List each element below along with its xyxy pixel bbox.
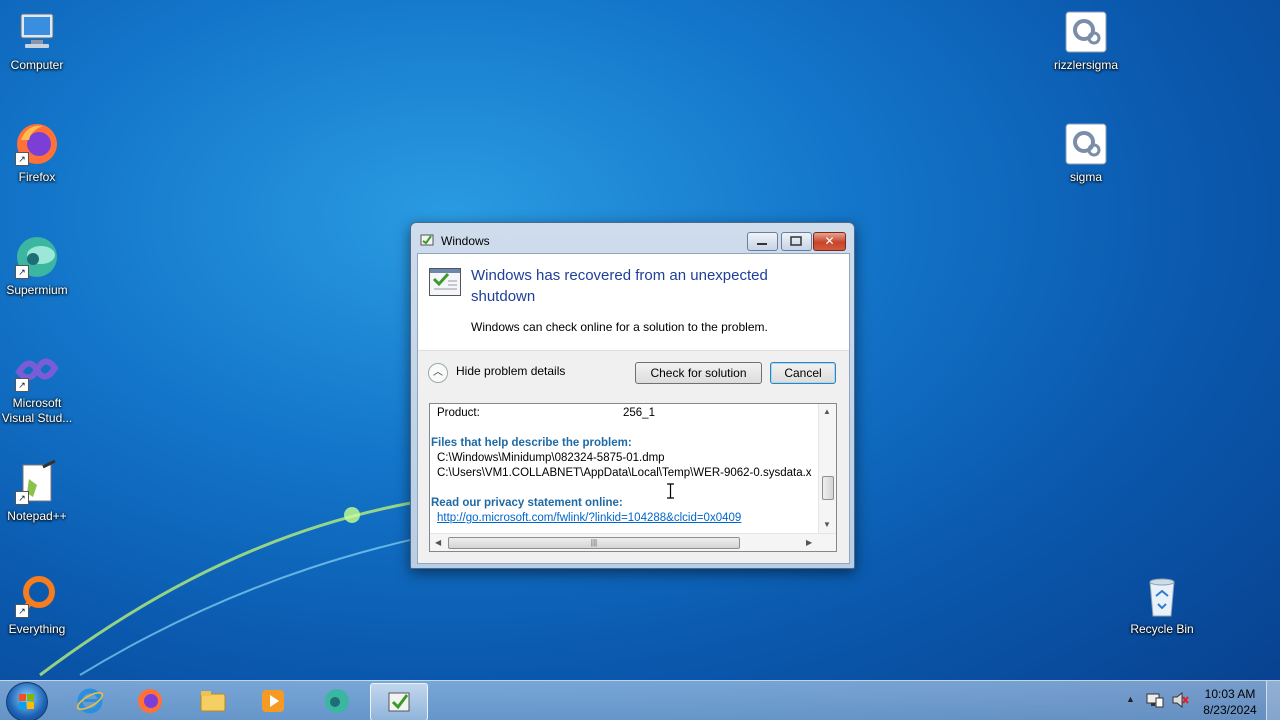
scroll-down-icon[interactable]: ▼ — [823, 520, 831, 529]
taskbar-supermium[interactable] — [309, 683, 365, 719]
shortcut-arrow-icon: ↗ — [15, 378, 29, 392]
firefox-icon — [138, 689, 162, 713]
dialog-subtext: Windows can check online for a solution … — [471, 320, 768, 334]
desktop-icon-label: sigma — [1069, 170, 1102, 184]
desktop-icon-label: Computer — [10, 58, 64, 72]
text-cursor-icon — [667, 483, 674, 499]
close-button[interactable]: ✕ — [813, 232, 846, 251]
visual-studio-icon: ↗ — [13, 346, 61, 394]
privacy-link[interactable]: http://go.microsoft.com/fwlink/?linkid=1… — [437, 512, 741, 524]
windows-logo-icon — [19, 694, 34, 709]
cancel-button[interactable]: Cancel — [770, 362, 836, 384]
taskbar-action-center[interactable] — [370, 683, 428, 720]
shortcut-arrow-icon: ↗ — [15, 265, 29, 279]
check-for-solution-button[interactable]: Check for solution — [635, 362, 762, 384]
chevron-up-icon: ︿ — [433, 367, 443, 378]
action-center-flag-icon — [388, 692, 410, 712]
settings-file-icon — [1062, 120, 1110, 168]
product-value: 256_1 — [623, 407, 655, 419]
product-label: Product: — [437, 407, 480, 419]
file-path: C:\Windows\Minidump\082324-5875-01.dmp — [437, 452, 665, 464]
clock-time: 10:03 AM — [1204, 687, 1256, 701]
collapse-details-button[interactable]: ︿ — [428, 363, 448, 383]
volume-muted-icon[interactable] — [1172, 692, 1190, 708]
shortcut-arrow-icon: ↗ — [15, 152, 29, 166]
supermium-icon: ↗ — [13, 233, 61, 281]
taskbar: ▲ 10:03 AM 8/23/2024 — [0, 680, 1280, 720]
media-player-icon — [262, 690, 284, 712]
vertical-scrollbar[interactable]: ▲ ▼ — [818, 404, 836, 534]
start-button[interactable] — [6, 682, 48, 720]
desktop-icon-recycle-bin[interactable]: Recycle Bin — [1122, 572, 1202, 637]
maximize-icon — [790, 236, 802, 246]
desktop-icon-label: Notepad++ — [7, 509, 67, 523]
desktop-icon-firefox[interactable]: ↗ Firefox — [0, 120, 77, 185]
dialog-titlebar[interactable]: Windows ✕ — [411, 223, 854, 253]
scroll-up-icon[interactable]: ▲ — [823, 407, 831, 416]
report-window-icon — [429, 268, 461, 296]
dialog-heading: Windows has recovered from an unexpected… — [471, 267, 768, 305]
supermium-icon — [325, 689, 349, 713]
desktop-icon-visual-studio[interactable]: ↗ Microsoft Visual Stud... — [0, 346, 77, 426]
taskbar-media-player[interactable] — [245, 683, 301, 719]
recycle-bin-icon — [1138, 572, 1186, 620]
minimize-icon — [757, 243, 767, 245]
horizontal-scrollbar[interactable]: ◀ ||| ▶ — [430, 533, 836, 551]
desktop-icon-notepadpp[interactable]: ↗ Notepad++ — [0, 459, 77, 524]
settings-file-icon — [1062, 8, 1110, 56]
windows-report-icon — [420, 234, 434, 246]
shortcut-arrow-icon: ↗ — [15, 491, 29, 505]
clock-date: 8/23/2024 — [1203, 703, 1257, 717]
dialog-title: Windows — [441, 234, 490, 248]
notepadpp-icon: ↗ — [13, 459, 61, 507]
show-desktop-button[interactable] — [1266, 681, 1280, 720]
files-heading: Files that help describe the problem: — [431, 437, 632, 449]
desktop-icon-everything[interactable]: ↗ Everything — [0, 572, 77, 637]
taskbar-internet-explorer[interactable] — [62, 683, 118, 719]
desktop-icon-sigma[interactable]: sigma — [1046, 120, 1126, 185]
file-path: C:\Users\VM1.COLLABNET\AppData\Local\Tem… — [437, 467, 812, 479]
firefox-icon: ↗ — [13, 120, 61, 168]
privacy-heading: Read our privacy statement online: — [431, 497, 623, 509]
details-area: Product: 256_1 Files that help describe … — [418, 393, 849, 563]
desktop-icon-label: Microsoft Visual Stud... — [1, 396, 73, 425]
close-icon: ✕ — [824, 234, 835, 248]
network-icon[interactable] — [1146, 692, 1164, 708]
desktop-icon-computer[interactable]: Computer — [0, 8, 77, 73]
desktop-icon-supermium[interactable]: ↗ Supermium — [0, 233, 77, 298]
desktop-icon-label: Recycle Bin — [1130, 622, 1194, 636]
desktop-icon-label: Supermium — [6, 283, 68, 297]
everything-search-icon: ↗ — [13, 572, 61, 620]
hide-details-link[interactable]: Hide problem details — [456, 364, 565, 378]
shortcut-arrow-icon: ↗ — [15, 604, 29, 618]
maximize-button[interactable] — [781, 232, 812, 251]
desktop-icon-rizzlersigma[interactable]: rizzlersigma — [1046, 8, 1126, 73]
clock[interactable]: 10:03 AM 8/23/2024 — [1195, 686, 1265, 718]
desktop-icon-label: Everything — [8, 622, 66, 636]
scroll-right-icon[interactable]: ▶ — [806, 538, 812, 547]
problem-report-dialog: Windows ✕ Windows has recovered from an … — [410, 222, 855, 569]
horizontal-scroll-thumb[interactable]: ||| — [448, 537, 740, 549]
desktop-icon-label: Firefox — [18, 170, 56, 184]
show-hidden-icons-icon[interactable]: ▲ — [1126, 694, 1135, 704]
dialog-footer: ︿ Hide problem details Check for solutio… — [418, 350, 849, 393]
minimize-button[interactable] — [747, 232, 778, 251]
desktop-icon-label: rizzlersigma — [1053, 58, 1118, 72]
internet-explorer-icon — [76, 688, 104, 714]
vertical-scroll-thumb[interactable] — [822, 476, 834, 500]
scroll-left-icon[interactable]: ◀ — [435, 538, 441, 547]
folder-icon — [200, 691, 226, 712]
dialog-content: Windows has recovered from an unexpected… — [417, 253, 850, 564]
computer-icon — [13, 8, 61, 56]
taskbar-file-explorer[interactable] — [185, 683, 241, 719]
problem-details-box[interactable]: Product: 256_1 Files that help describe … — [429, 403, 837, 552]
taskbar-firefox[interactable] — [122, 683, 178, 719]
